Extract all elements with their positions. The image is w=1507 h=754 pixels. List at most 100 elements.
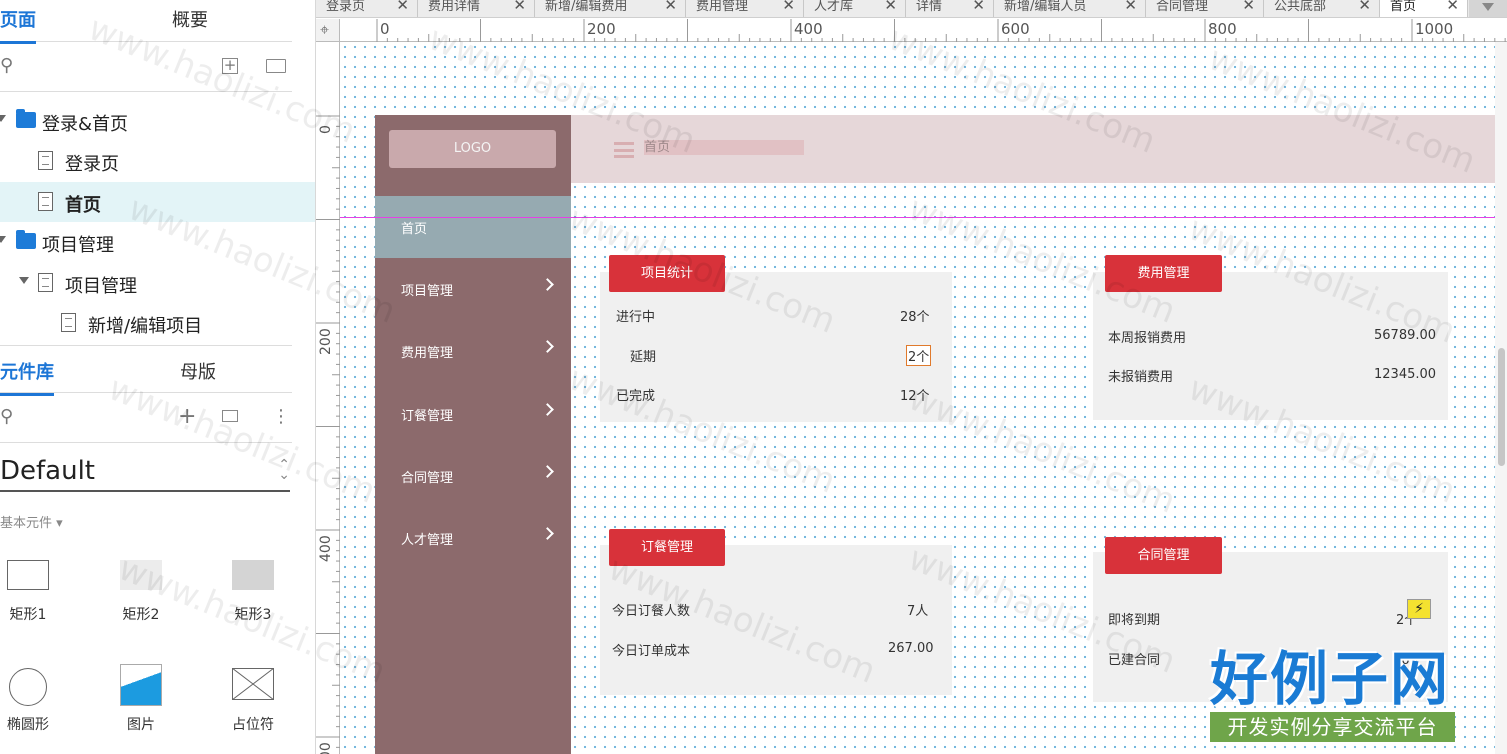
doc-tab[interactable]: 详情 ✕ (906, 0, 994, 17)
tree-page-login[interactable]: 登录页 (0, 141, 315, 181)
tab-label: 登录页 (326, 0, 366, 14)
menu-label: 费用管理 (401, 346, 454, 361)
caret-down-icon[interactable] (0, 236, 6, 243)
card-row-label: 今日订餐人数 (612, 604, 691, 619)
card-project-title[interactable]: 项目统计 (609, 255, 725, 292)
tab-label: 费用管理 (696, 0, 749, 14)
close-icon[interactable]: ✕ (1124, 0, 1137, 14)
close-icon[interactable]: ✕ (1358, 0, 1371, 14)
add-page-icon[interactable]: + (222, 58, 238, 74)
menu-label: 项目管理 (401, 284, 454, 299)
ruler-label: 800 (1208, 20, 1237, 38)
doc-tab[interactable]: 合同管理 ✕ (1146, 0, 1264, 17)
tab-label: 合同管理 (1156, 0, 1209, 14)
card-row-value-selected[interactable]: 2个 (905, 345, 932, 366)
tree-page-project[interactable]: 项目管理 (0, 263, 315, 303)
doc-tab[interactable]: 登录页 ✕ (316, 0, 418, 17)
guide-line[interactable] (340, 217, 1495, 218)
document-tabs: 登录页 ✕ 费用详情 ✕ 新增/编辑费用 ✕ 费用管理 ✕ 人才库 ✕ 详情 ✕ 新增/编辑… (316, 0, 1507, 18)
image-icon (120, 664, 162, 706)
design-menu-contract[interactable]: 合同管理 (375, 445, 571, 507)
design-menu-home[interactable]: 首页 (375, 196, 571, 258)
rectangle-icon (232, 560, 274, 590)
caret-down-icon[interactable] (0, 115, 6, 122)
ruler-corner[interactable]: ⌖ (316, 19, 340, 42)
tree-label: 首页 (65, 195, 101, 216)
add-folder-icon[interactable] (266, 59, 286, 73)
comp-label: 矩形3 (234, 607, 272, 623)
page-icon (38, 151, 53, 170)
tree-label: 登录页 (65, 154, 119, 175)
close-icon[interactable]: ✕ (1242, 0, 1255, 14)
pages-tabbar: 页面 概要 (0, 0, 292, 44)
close-icon[interactable]: ✕ (664, 0, 677, 14)
card-meal[interactable] (600, 545, 952, 695)
tree-folder-project[interactable]: 项目管理 (0, 222, 315, 262)
tree-page-edit-project[interactable]: 新增/编辑项目 (0, 303, 315, 343)
page-icon (38, 192, 53, 211)
design-logo[interactable]: LOGO (389, 130, 556, 168)
ruler-label: 400 (318, 535, 334, 562)
close-icon[interactable]: ✕ (972, 0, 985, 14)
search-icon[interactable]: ⚲ (0, 56, 13, 76)
library-icon[interactable] (222, 410, 238, 422)
library-select[interactable]: Default ⌃ ⌄ (0, 452, 290, 492)
tab-label: 新增/编辑费用 (545, 0, 628, 14)
lightning-icon[interactable]: ⚡ (1407, 599, 1431, 619)
section-basic[interactable]: 基本元件 ▾ (0, 512, 63, 531)
close-icon[interactable]: ✕ (1446, 0, 1459, 14)
add-icon[interactable]: + (178, 406, 196, 428)
design-menu-expense[interactable]: 费用管理 (375, 320, 571, 382)
card-row-label: 延期 (630, 350, 657, 365)
ruler-label: 600 (1001, 20, 1030, 38)
close-icon[interactable]: ✕ (396, 0, 409, 14)
card-expense-title[interactable]: 费用管理 (1105, 255, 1222, 292)
library-name: Default (0, 456, 95, 486)
doc-tab[interactable]: 人才库 ✕ (804, 0, 906, 17)
close-icon[interactable]: ✕ (884, 0, 897, 14)
vertical-scrollbar[interactable] (1495, 42, 1507, 754)
close-icon[interactable]: ✕ (513, 0, 526, 14)
vertical-ruler[interactable]: 0 200 400 600 (316, 42, 340, 754)
tab-label: 详情 (916, 0, 943, 14)
card-meal-title[interactable]: 订餐管理 (609, 529, 725, 566)
caret-down-icon[interactable] (19, 277, 29, 284)
tab-pages[interactable]: 页面 (0, 6, 36, 44)
close-icon[interactable]: ✕ (782, 0, 795, 14)
rectangle-icon (120, 560, 162, 590)
tab-masters[interactable]: 母版 (180, 358, 216, 384)
tab-label: 新增/编辑人员 (1004, 0, 1087, 14)
scrollbar-thumb[interactable] (1498, 348, 1505, 466)
tab-library[interactable]: 元件库 (0, 358, 54, 396)
doc-tab[interactable]: 新增/编辑人员 ✕ (994, 0, 1146, 17)
tree-label: 项目管理 (42, 235, 114, 256)
brand-title: 好例子网 (1210, 645, 1451, 713)
tree-folder-login-home[interactable]: 登录&首页 (0, 101, 315, 141)
tree-page-home[interactable]: 首页 (0, 182, 315, 222)
card-row-label: 已建合同 (1108, 653, 1161, 668)
doc-tab[interactable]: 费用详情 ✕ (418, 0, 535, 17)
tab-label: 费用详情 (428, 0, 481, 14)
tab-overview[interactable]: 概要 (172, 6, 208, 32)
tabs-overflow-button[interactable] (1469, 0, 1507, 17)
doc-tab[interactable]: 新增/编辑费用 ✕ (535, 0, 686, 17)
updown-icon: ⌃ ⌄ (278, 457, 290, 483)
horizontal-ruler[interactable]: 0 200 400 600 800 1000 (340, 19, 1507, 42)
folder-icon (16, 109, 36, 128)
search-icon[interactable]: ⚲ (0, 407, 13, 427)
card-row-label: 进行中 (616, 310, 656, 325)
design-menu-meal[interactable]: 订餐管理 (375, 383, 571, 445)
doc-tab-active[interactable]: 首页 ✕ (1380, 0, 1468, 17)
watermark-brand: 好例子网 开发实例分享交流平台 (1210, 648, 1455, 742)
card-row-value: 267.00 (888, 641, 934, 656)
more-icon[interactable]: ⋮ (272, 407, 290, 427)
doc-tab[interactable]: 费用管理 ✕ (686, 0, 804, 17)
card-expense[interactable] (1093, 272, 1448, 420)
hamburger-icon[interactable] (614, 142, 634, 158)
doc-tab[interactable]: 公共底部 ✕ (1264, 0, 1380, 17)
design-breadcrumb[interactable]: 首页 (644, 140, 804, 155)
design-menu-project[interactable]: 项目管理 (375, 258, 571, 320)
design-menu-talent[interactable]: 人才管理 (375, 507, 571, 569)
card-contract-title[interactable]: 合同管理 (1105, 537, 1222, 574)
page-icon (61, 313, 76, 332)
